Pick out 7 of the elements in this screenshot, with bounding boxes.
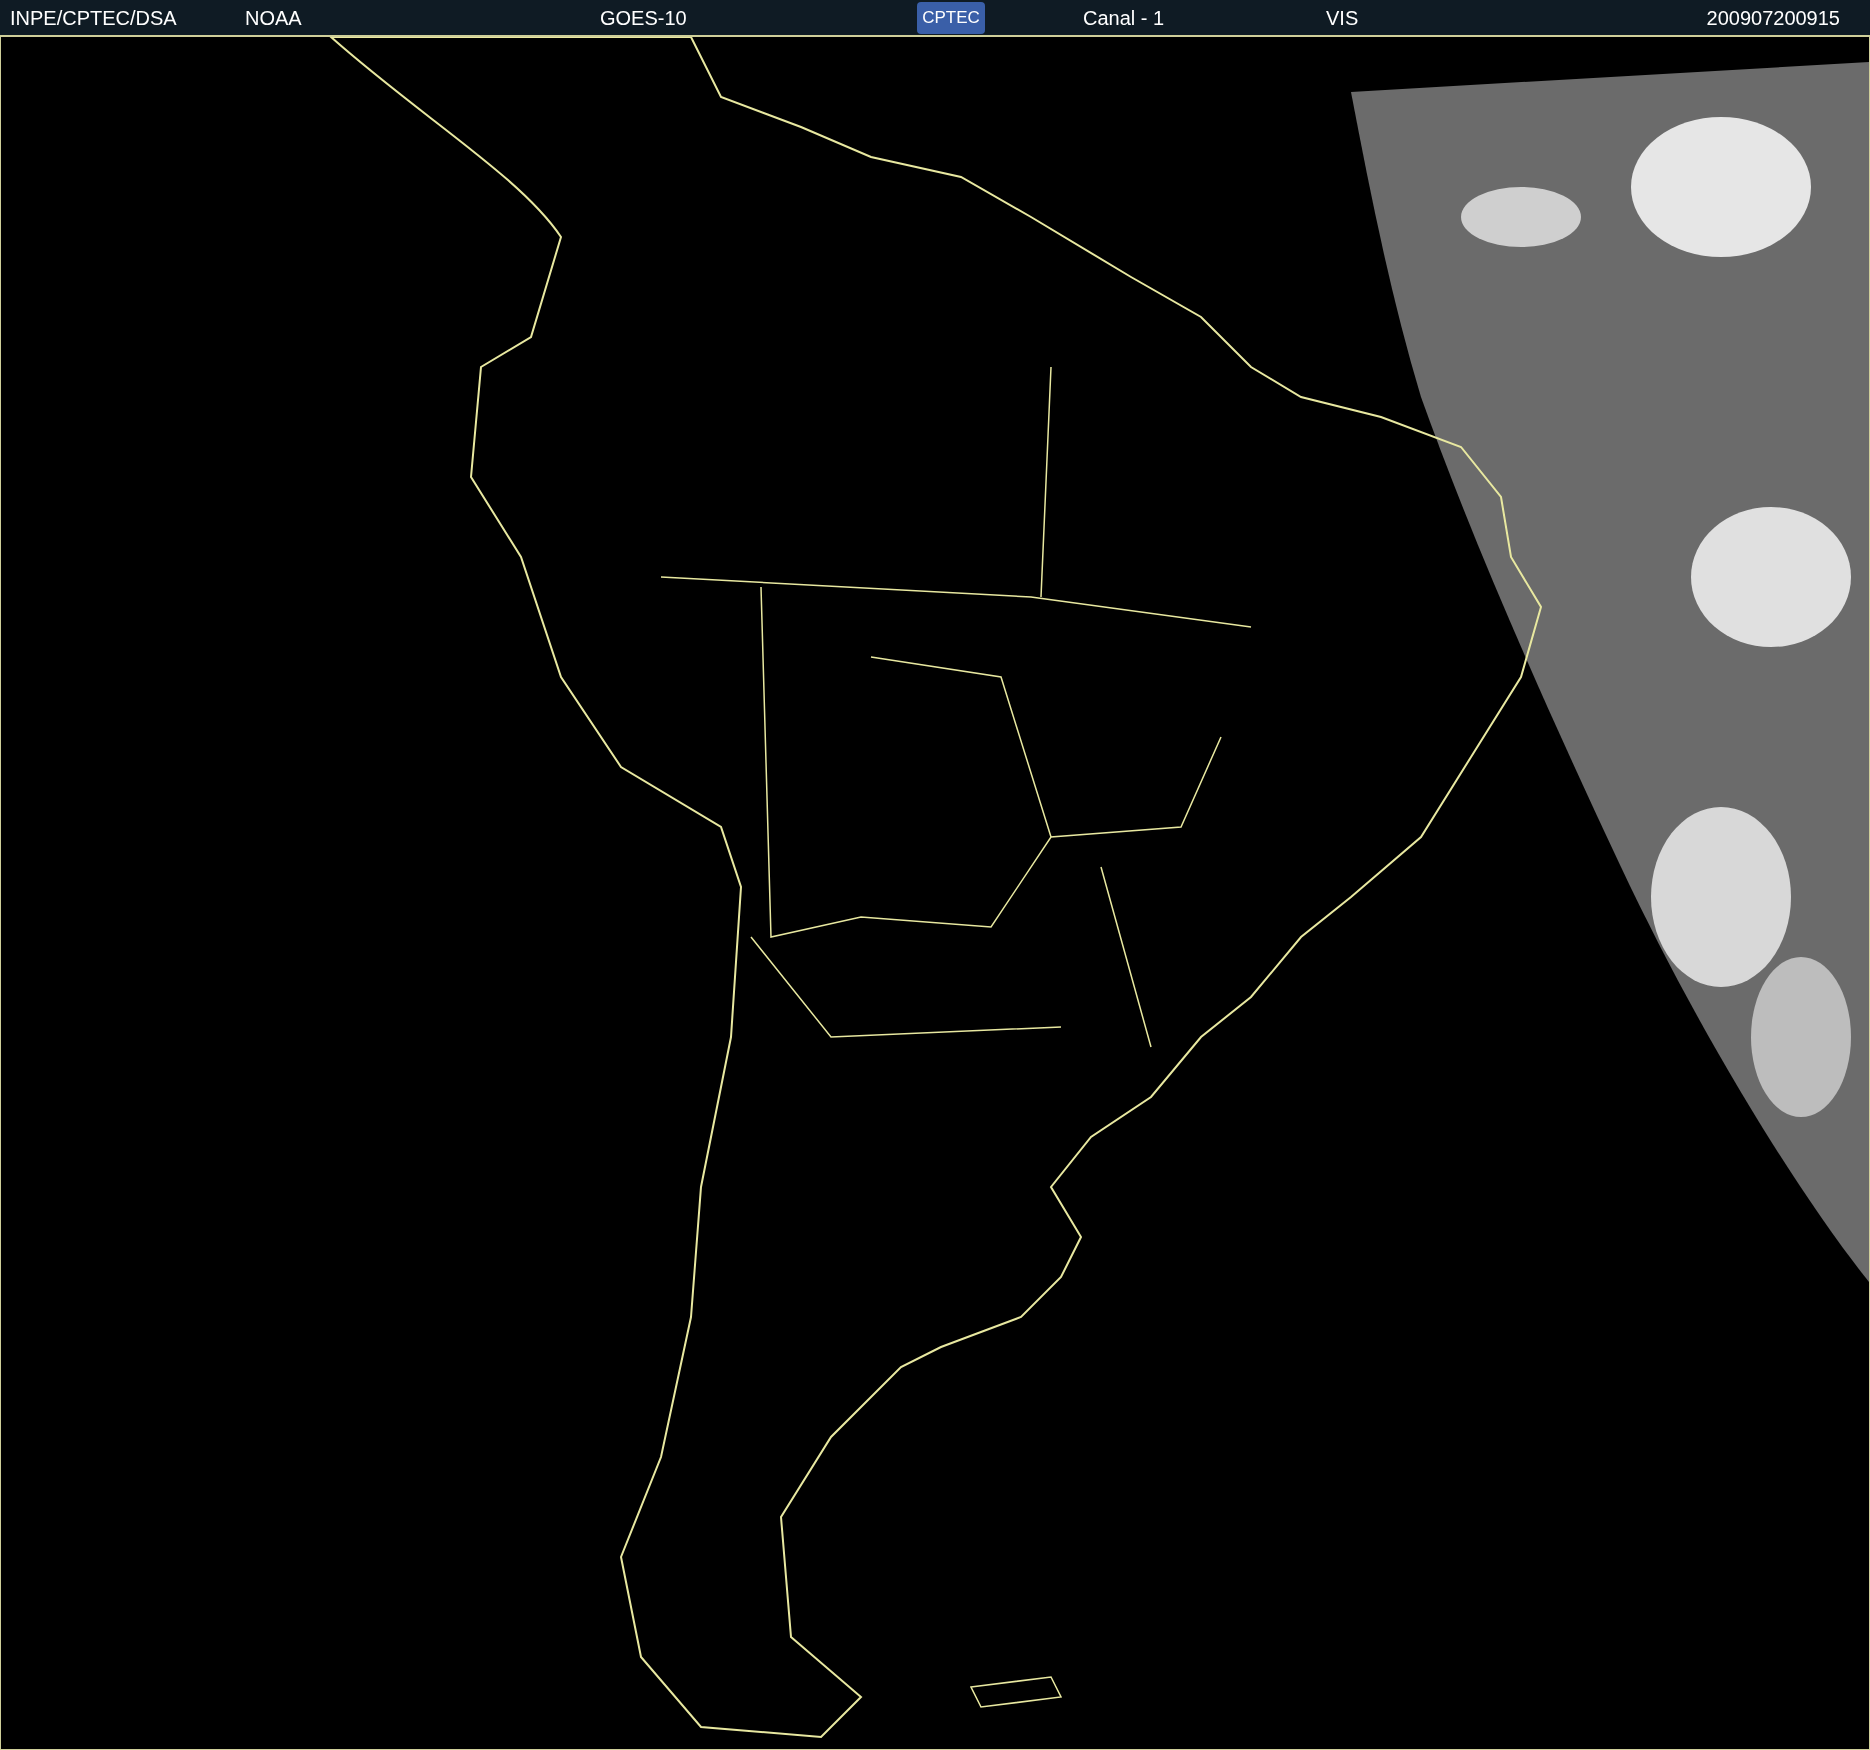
logo: CPTEC (917, 1, 985, 34)
agency-label: NOAA (245, 5, 303, 31)
source-label: INPE/CPTEC/DSA (10, 5, 178, 31)
channel-label: Canal - 1 (1083, 5, 1166, 31)
satellite-label: GOES-10 (600, 5, 688, 31)
timestamp-label: 200907200915 (1706, 5, 1840, 31)
band-label: VIS (1326, 5, 1360, 31)
